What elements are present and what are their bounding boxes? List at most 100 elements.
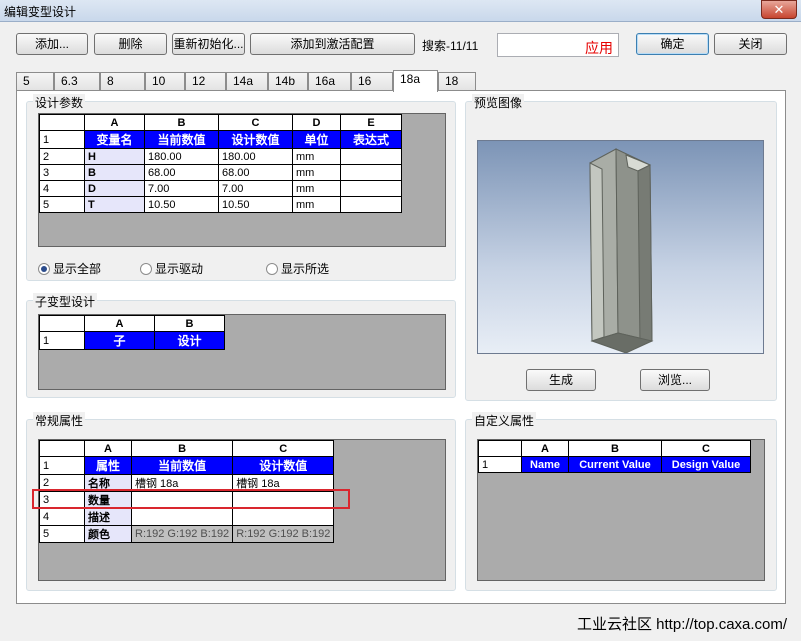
current-value-cell[interactable]: 180.00: [144, 148, 219, 165]
add-button[interactable]: 添加...: [16, 33, 88, 55]
expression-cell[interactable]: [340, 148, 402, 165]
col-letter-a[interactable]: A: [84, 440, 132, 457]
radio-unselected-icon: [266, 263, 278, 275]
design-params-table: A B C D E 1 变量名 当前数值 设计数值 单位 表达式 2 H 180…: [39, 114, 402, 213]
unit-cell[interactable]: mm: [292, 148, 341, 165]
variable-name-cell[interactable]: D: [84, 180, 145, 197]
unit-cell[interactable]: mm: [292, 196, 341, 213]
col-letter-b[interactable]: B: [568, 440, 662, 457]
tab-12[interactable]: 12: [185, 72, 226, 91]
sub-design-table: A B 1 子 设计: [39, 315, 225, 350]
preview-legend: 预览图像: [472, 94, 525, 111]
column-letter-row: A B C D E: [39, 114, 402, 131]
unit-cell[interactable]: mm: [292, 180, 341, 197]
corner-cell: [39, 114, 85, 131]
tab-16[interactable]: 16: [351, 72, 393, 91]
design-value-cell[interactable]: 7.00: [218, 180, 293, 197]
col-letter-d[interactable]: D: [292, 114, 341, 131]
col-letter-a[interactable]: A: [84, 315, 155, 332]
close-button[interactable]: 关闭: [714, 33, 787, 55]
unit-cell[interactable]: mm: [292, 164, 341, 181]
variable-name-cell[interactable]: H: [84, 148, 145, 165]
row-number[interactable]: 1: [39, 130, 85, 149]
close-icon[interactable]: ✕: [761, 0, 797, 19]
corner-cell: [478, 440, 522, 457]
row-number[interactable]: 5: [39, 525, 85, 543]
row-number[interactable]: 4: [39, 180, 85, 197]
row-number[interactable]: 3: [39, 164, 85, 181]
reinitialize-button[interactable]: 重新初始化...: [172, 33, 245, 55]
tab-5[interactable]: 5: [16, 72, 54, 91]
row-number[interactable]: 1: [39, 331, 85, 350]
table-row: 4 描述: [39, 508, 335, 526]
current-value-cell[interactable]: [130, 508, 234, 526]
current-value-cell[interactable]: 10.50: [144, 196, 219, 213]
col-letter-a[interactable]: A: [521, 440, 569, 457]
table-row: 2 H 180.00 180.00 mm: [39, 148, 402, 165]
row-number[interactable]: 1: [478, 456, 522, 473]
header-cell: Name: [521, 456, 569, 473]
tab-6-3[interactable]: 6.3: [54, 72, 100, 91]
row-number[interactable]: 4: [39, 508, 85, 526]
tab-18a[interactable]: 18a: [393, 70, 438, 92]
apply-label: 应用: [585, 40, 613, 56]
sub-design-grid[interactable]: A B 1 子 设计: [38, 314, 446, 390]
tab-14a[interactable]: 14a: [226, 72, 268, 91]
add-to-active-config-button[interactable]: 添加到激活配置: [250, 33, 415, 55]
general-props-grid[interactable]: A B C 1 属性 当前数值 设计数值 2 名称 槽钢 18a 槽钢 18a …: [38, 439, 446, 581]
custom-props-grid[interactable]: A B C 1 Name Current Value Design Value: [477, 439, 765, 581]
generate-button[interactable]: 生成: [526, 369, 596, 391]
col-letter-c[interactable]: C: [218, 114, 293, 131]
corner-cell: [39, 315, 85, 332]
property-name-cell[interactable]: 颜色: [84, 525, 132, 543]
radio-selected-icon: [38, 263, 50, 275]
search-status: 搜索-11/11: [422, 39, 479, 53]
row-number[interactable]: 5: [39, 196, 85, 213]
tab-16a[interactable]: 16a: [308, 72, 351, 91]
col-letter-a[interactable]: A: [84, 114, 145, 131]
variable-name-cell[interactable]: B: [84, 164, 145, 181]
design-value-cell[interactable]: 68.00: [218, 164, 293, 181]
expression-cell[interactable]: [340, 164, 402, 181]
row-number[interactable]: 1: [39, 456, 85, 475]
apply-field[interactable]: 应用: [497, 33, 619, 57]
col-letter-c[interactable]: C: [661, 440, 751, 457]
radio-show-selected[interactable]: 显示所选: [266, 260, 329, 277]
expression-cell[interactable]: [340, 196, 402, 213]
tab-10[interactable]: 10: [145, 72, 185, 91]
design-value-cell[interactable]: [232, 508, 335, 526]
header-cell: 设计: [154, 331, 225, 350]
row-number[interactable]: 2: [39, 148, 85, 165]
column-letter-row: A B C: [39, 440, 335, 457]
radio-show-driven[interactable]: 显示驱动: [140, 260, 203, 277]
design-params-grid[interactable]: A B C D E 1 变量名 当前数值 设计数值 单位 表达式 2 H 180…: [38, 113, 446, 247]
current-value-cell[interactable]: R:192 G:192 B:192: [130, 525, 234, 543]
custom-props-table: A B C 1 Name Current Value Design Value: [478, 440, 751, 473]
col-letter-b[interactable]: B: [130, 440, 234, 457]
property-name-cell[interactable]: 描述: [84, 508, 132, 526]
radio-show-all[interactable]: 显示全部: [38, 260, 101, 277]
column-letter-row: A B: [39, 315, 225, 332]
tab-18[interactable]: 18: [438, 72, 476, 91]
current-value-cell[interactable]: 7.00: [144, 180, 219, 197]
ok-button[interactable]: 确定: [636, 33, 709, 55]
radio-label: 显示驱动: [155, 262, 204, 276]
design-value-cell[interactable]: R:192 G:192 B:192: [232, 525, 335, 543]
current-value-cell[interactable]: 68.00: [144, 164, 219, 181]
col-letter-b[interactable]: B: [154, 315, 225, 332]
window-title: 编辑变型设计: [4, 5, 77, 19]
tab-8[interactable]: 8: [100, 72, 145, 91]
design-value-cell[interactable]: 10.50: [218, 196, 293, 213]
expression-cell[interactable]: [340, 180, 402, 197]
col-letter-b[interactable]: B: [144, 114, 219, 131]
col-letter-c[interactable]: C: [232, 440, 335, 457]
variable-name-cell[interactable]: T: [84, 196, 145, 213]
tab-14b[interactable]: 14b: [268, 72, 308, 91]
browse-button[interactable]: 浏览...: [640, 369, 710, 391]
design-value-cell[interactable]: 180.00: [218, 148, 293, 165]
header-cell: 表达式: [340, 130, 402, 149]
highlight-box: [32, 489, 350, 509]
col-letter-e[interactable]: E: [340, 114, 402, 131]
custom-props-legend: 自定义属性: [472, 412, 537, 429]
delete-button[interactable]: 删除: [94, 33, 167, 55]
